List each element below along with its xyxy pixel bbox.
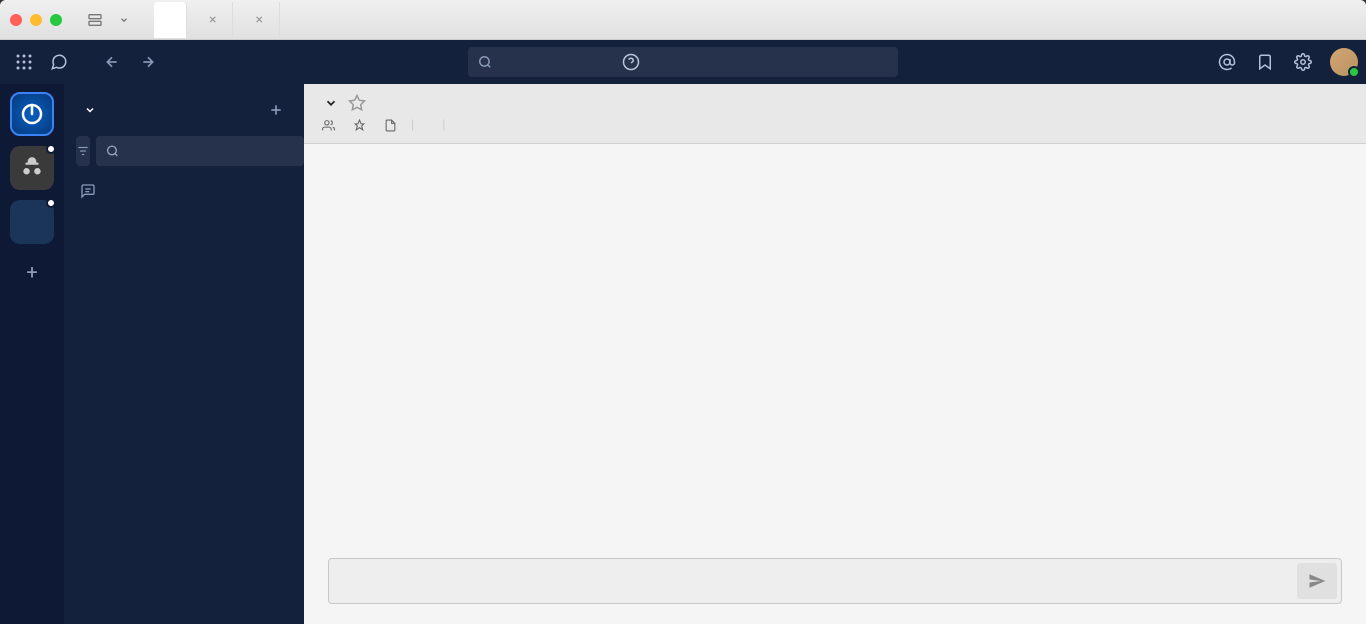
chevron-down-icon: [324, 96, 338, 110]
find-channels-input[interactable]: [96, 136, 304, 166]
server-icon: [87, 12, 103, 28]
settings-button[interactable]: [1286, 45, 1320, 79]
history-dropdown[interactable]: [77, 8, 139, 32]
team-unread-badge: [46, 144, 56, 154]
nav-arrows: [96, 48, 164, 76]
tab-channels[interactable]: [154, 2, 187, 38]
search-icon: [478, 55, 492, 69]
incognito-icon: [19, 155, 45, 181]
search-container: [468, 47, 898, 77]
product-grid-button[interactable]: [8, 46, 40, 78]
chat-icon: [50, 53, 68, 71]
arrow-left-icon: [104, 54, 120, 70]
traffic-lights: [10, 14, 62, 26]
close-window-button[interactable]: [10, 14, 22, 26]
chevron-down-icon: [84, 104, 96, 116]
global-search-input[interactable]: [468, 47, 898, 77]
file-icon: [384, 119, 397, 132]
back-button[interactable]: [96, 48, 128, 76]
team-rail: +: [0, 84, 64, 624]
bookmark-icon: [1256, 53, 1274, 71]
close-icon[interactable]: ×: [209, 12, 216, 28]
user-avatar[interactable]: [1330, 48, 1358, 76]
plus-icon: [268, 102, 284, 118]
filter-icon: [76, 144, 90, 158]
pin-icon: [353, 119, 366, 132]
gear-icon: [1294, 53, 1312, 71]
threads-item[interactable]: [64, 176, 304, 206]
team-name-dropdown[interactable]: [80, 104, 96, 116]
filter-button[interactable]: [76, 136, 90, 166]
status-online-icon: [1348, 66, 1360, 78]
tab-playbooks[interactable]: ×: [187, 2, 233, 38]
header-right: [1210, 45, 1358, 79]
team-unread-badge: [46, 198, 56, 208]
product-switcher[interactable]: [40, 53, 86, 71]
message-list: [304, 144, 1366, 546]
minimize-window-button[interactable]: [30, 14, 42, 26]
compose-area: [304, 546, 1366, 624]
sidebar: [64, 84, 304, 624]
message-input[interactable]: [333, 563, 1297, 599]
sidebar-header: [64, 84, 304, 136]
add-channel-button[interactable]: [264, 98, 288, 122]
member-count[interactable]: [322, 119, 339, 132]
mentions-button[interactable]: [1210, 45, 1244, 79]
global-header: [0, 40, 1366, 84]
tabs: × ×: [154, 2, 280, 38]
compose-box: [328, 558, 1342, 604]
team-main[interactable]: [10, 92, 54, 136]
arrow-right-icon: [140, 54, 156, 70]
favorite-button[interactable]: [348, 94, 366, 112]
tab-boards[interactable]: ×: [233, 2, 279, 38]
team-ac[interactable]: [10, 200, 54, 244]
send-icon: [1308, 572, 1326, 590]
channel-title-dropdown[interactable]: [322, 96, 338, 110]
channel-header: | |: [304, 84, 1366, 144]
at-icon: [1218, 53, 1236, 71]
mattermost-logo-icon: [20, 102, 44, 126]
close-icon[interactable]: ×: [255, 12, 262, 28]
channel-view: | |: [304, 84, 1366, 624]
search-filter-row: [64, 136, 304, 176]
chevron-down-icon: [119, 15, 129, 25]
forward-button[interactable]: [132, 48, 164, 76]
saved-button[interactable]: [1248, 45, 1282, 79]
team-incognito[interactable]: [10, 146, 54, 190]
star-icon: [348, 94, 366, 112]
send-button[interactable]: [1297, 563, 1337, 599]
files-button[interactable]: [384, 119, 397, 132]
window-titlebar: × ×: [0, 0, 1366, 40]
maximize-window-button[interactable]: [50, 14, 62, 26]
grid-icon: [16, 54, 32, 70]
pinned-count[interactable]: [353, 119, 370, 132]
add-team-button[interactable]: +: [14, 254, 50, 290]
users-icon: [322, 119, 335, 132]
threads-icon: [80, 183, 96, 199]
